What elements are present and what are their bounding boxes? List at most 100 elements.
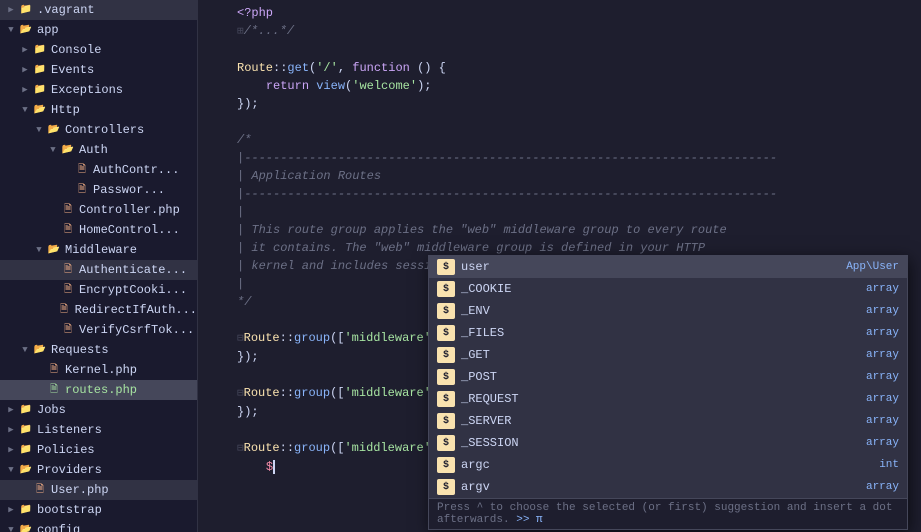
sidebar-item-label: Http <box>51 103 80 117</box>
autocomplete-item-get[interactable]: $ _GET array <box>429 344 907 366</box>
collapse-arrow: ▼ <box>32 125 46 135</box>
sidebar-item-user-php[interactable]: 🗎 User.php <box>0 480 197 500</box>
collapse-arrow: ▼ <box>4 525 18 532</box>
autocomplete-item-argv[interactable]: $ argv array <box>429 476 907 498</box>
sidebar-item-verifycsrftok[interactable]: 🗎 VerifyCsrfTok... <box>0 320 197 340</box>
code-line: |---------------------------------------… <box>198 185 921 203</box>
file-icon: 🗎 <box>57 303 72 317</box>
collapse-arrow: ▼ <box>4 465 18 475</box>
code-editor[interactable]: <?php ⊞/*...*/ Route::get('/', function … <box>198 0 921 532</box>
sidebar-item-bootstrap[interactable]: ▶ 📁 bootstrap <box>0 500 197 520</box>
sidebar-item-authenticate[interactable]: 🗎 Authenticate... <box>0 260 197 280</box>
sidebar-item-label: Auth <box>79 143 108 157</box>
sidebar-item-exceptions[interactable]: ▶ 📁 Exceptions <box>0 80 197 100</box>
sidebar-item-routes[interactable]: 🗎 routes.php <box>0 380 197 400</box>
file-icon: 🗎 <box>32 483 48 497</box>
autocomplete-item-files[interactable]: $ _FILES array <box>429 322 907 344</box>
file-icon: 🗎 <box>60 283 76 297</box>
folder-icon: 📂 <box>60 143 76 157</box>
sidebar-item-label: Authenticate... <box>79 263 187 277</box>
sidebar-item-config[interactable]: ▼ 📂 config <box>0 520 197 532</box>
sidebar-item-vagrant[interactable]: ▶ 📁 .vagrant <box>0 0 197 20</box>
folder-icon: 📁 <box>18 443 34 457</box>
file-icon: 🗎 <box>60 323 76 337</box>
folder-icon: 📂 <box>32 343 48 357</box>
hint-text: Press ^ to choose the selected (or first… <box>437 502 892 526</box>
sidebar-item-homecontrol[interactable]: 🗎 HomeControl... <box>0 220 197 240</box>
sidebar-item-console[interactable]: ▶ 📁 Console <box>0 40 197 60</box>
autocomplete-item-cookie[interactable]: $ _COOKIE array <box>429 278 907 300</box>
variable-icon: $ <box>437 435 455 451</box>
sidebar-item-jobs[interactable]: ▶ 📁 Jobs <box>0 400 197 420</box>
variable-icon: $ <box>437 281 455 297</box>
code-line: ⊞/*...*/ <box>198 22 921 41</box>
autocomplete-item-name: argv <box>461 480 866 494</box>
autocomplete-item-env[interactable]: $ _ENV array <box>429 300 907 322</box>
autocomplete-item-type: array <box>866 481 899 493</box>
variable-icon: $ <box>437 259 455 275</box>
autocomplete-item-name: _FILES <box>461 326 866 340</box>
sidebar-item-label: Policies <box>37 443 95 457</box>
sidebar-item-label: AuthContr... <box>93 163 179 177</box>
sidebar-item-redirectifauth[interactable]: 🗎 RedirectIfAuth... <box>0 300 197 320</box>
autocomplete-item-type: array <box>866 349 899 361</box>
sidebar-item-label: Kernel.php <box>65 363 137 377</box>
autocomplete-item-name: user <box>461 260 846 274</box>
code-line: | This route group applies the "web" mid… <box>198 221 921 239</box>
sidebar-item-requests[interactable]: ▼ 📂 Requests <box>0 340 197 360</box>
autocomplete-item-name: _GET <box>461 348 866 362</box>
sidebar-item-label: Requests <box>51 343 109 357</box>
folder-icon: 📂 <box>18 463 34 477</box>
collapse-arrow: ▶ <box>4 445 18 455</box>
sidebar-item-http[interactable]: ▼ 📂 Http <box>0 100 197 120</box>
sidebar-item-listeners[interactable]: ▶ 📁 Listeners <box>0 420 197 440</box>
file-tree: ▶ 📁 .vagrant ▼ 📂 app ▶ 📁 Console ▶ 📁 Eve… <box>0 0 198 532</box>
autocomplete-item-request[interactable]: $ _REQUEST array <box>429 388 907 410</box>
code-line: |---------------------------------------… <box>198 149 921 167</box>
sidebar-item-app[interactable]: ▼ 📂 app <box>0 20 197 40</box>
sidebar-item-label: HomeControl... <box>79 223 180 237</box>
sidebar-item-events[interactable]: ▶ 📁 Events <box>0 60 197 80</box>
sidebar-item-label: Jobs <box>37 403 66 417</box>
autocomplete-item-argc[interactable]: $ argc int <box>429 454 907 476</box>
file-icon: 🗎 <box>74 163 90 177</box>
sidebar-item-label: VerifyCsrfTok... <box>79 323 194 337</box>
sidebar-item-authcontr[interactable]: 🗎 AuthContr... <box>0 160 197 180</box>
sidebar-item-label: Controller.php <box>79 203 180 217</box>
sidebar-item-controllers[interactable]: ▼ 📂 Controllers <box>0 120 197 140</box>
autocomplete-item-user[interactable]: $ user App\User <box>429 256 907 278</box>
autocomplete-item-session[interactable]: $ _SESSION array <box>429 432 907 454</box>
sidebar-item-policies[interactable]: ▶ 📁 Policies <box>0 440 197 460</box>
sidebar-item-controller-php[interactable]: 🗎 Controller.php <box>0 200 197 220</box>
folder-icon: 📁 <box>18 403 34 417</box>
file-icon: 🗎 <box>60 223 76 237</box>
sidebar-item-label: EncryptCooki... <box>79 283 187 297</box>
file-icon: 🗎 <box>60 203 76 217</box>
autocomplete-item-name: _COOKIE <box>461 282 866 296</box>
sidebar-item-label: routes.php <box>65 383 137 397</box>
sidebar-item-kernel[interactable]: 🗎 Kernel.php <box>0 360 197 380</box>
variable-icon: $ <box>437 457 455 473</box>
variable-icon: $ <box>437 413 455 429</box>
autocomplete-item-name: argc <box>461 458 879 472</box>
folder-icon: 📂 <box>32 103 48 117</box>
autocomplete-item-name: _REQUEST <box>461 392 866 406</box>
sidebar-item-label: Passwor... <box>93 183 165 197</box>
sidebar-item-providers[interactable]: ▼ 📂 Providers <box>0 460 197 480</box>
collapse-arrow: ▼ <box>46 145 60 155</box>
sidebar-item-label: Console <box>51 43 101 57</box>
sidebar-item-passwordr[interactable]: 🗎 Passwor... <box>0 180 197 200</box>
folder-icon: 📁 <box>32 83 48 97</box>
autocomplete-item-name: _SERVER <box>461 414 866 428</box>
file-icon: 🗎 <box>46 383 62 397</box>
sidebar-item-middleware[interactable]: ▼ 📂 Middleware <box>0 240 197 260</box>
sidebar-item-encryptcooki[interactable]: 🗎 EncryptCooki... <box>0 280 197 300</box>
sidebar-item-label: Middleware <box>65 243 137 257</box>
autocomplete-item-post[interactable]: $ _POST array <box>429 366 907 388</box>
folder-icon: 📁 <box>18 3 34 17</box>
collapse-arrow: ▶ <box>18 65 32 75</box>
collapse-arrow: ▶ <box>4 505 18 515</box>
folder-icon: 📂 <box>18 23 34 37</box>
autocomplete-item-server[interactable]: $ _SERVER array <box>429 410 907 432</box>
sidebar-item-auth[interactable]: ▼ 📂 Auth <box>0 140 197 160</box>
